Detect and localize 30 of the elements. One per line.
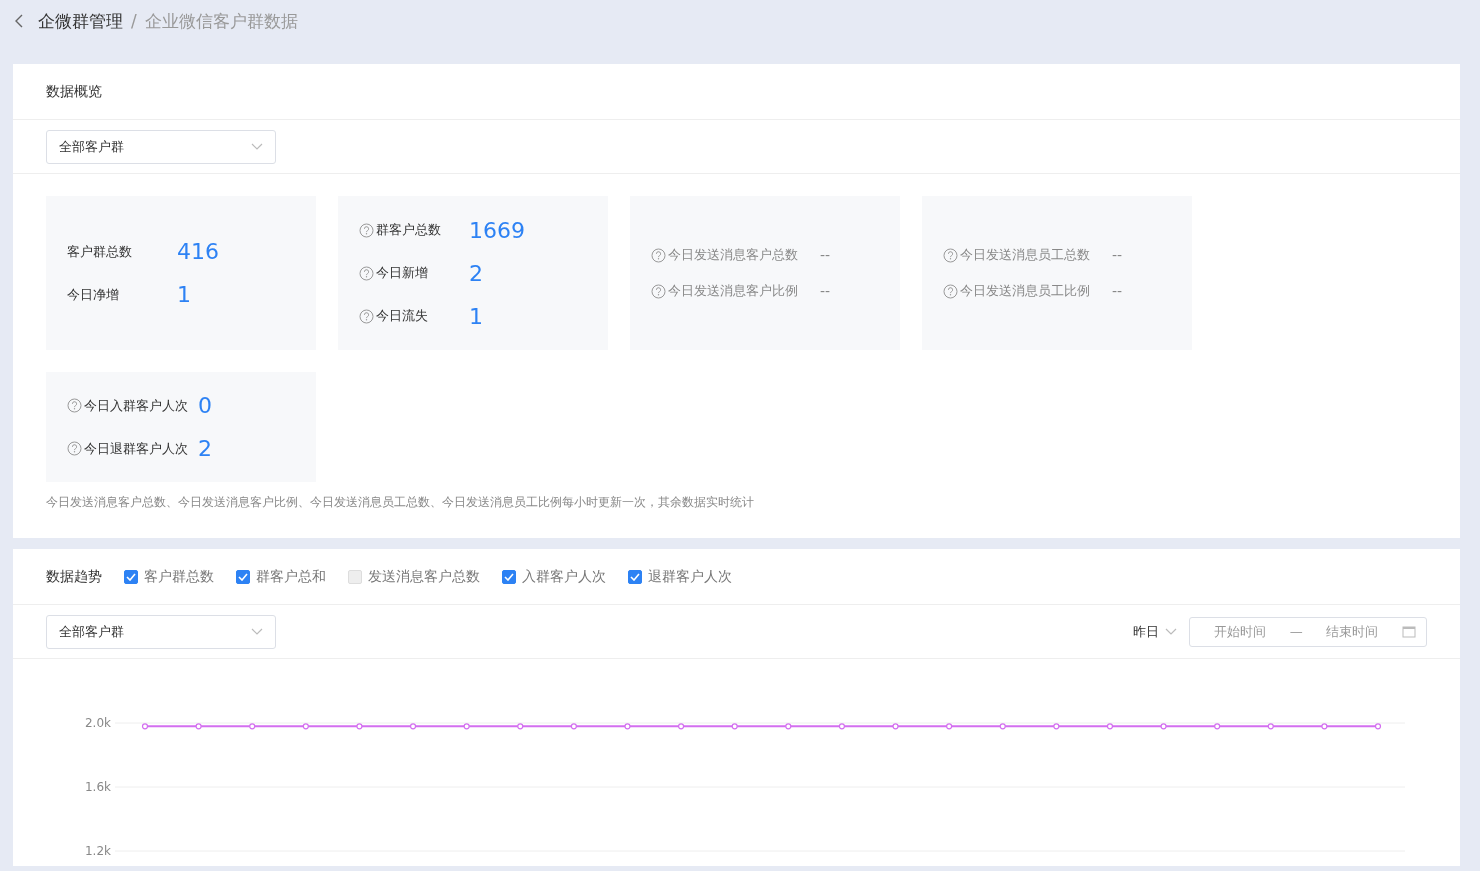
stat-value: 2 [469,260,483,286]
stat-label: 今日发送消息员工比例 [943,282,1090,300]
axis-label: 2.0k [84,716,111,730]
breadcrumb-separator: / [131,11,137,31]
stat-value: -- [1112,283,1123,299]
section-title: 数据趋势 [46,567,102,586]
stat-label: 今日流失 [359,307,459,325]
stat-value: 1669 [469,217,525,243]
stat-value: -- [820,283,831,299]
stat-value: 2 [198,436,212,461]
update-note: 今日发送消息客户总数、今日发送消息客户比例、今日发送消息员工总数、今日发送消息员工比例每小时更新一次，其余数据实时统计 [45,494,755,511]
stat-label: 客户群总数 [67,242,133,261]
stat-label: 今日入群客户人次 [67,396,188,415]
stat-label: 今日发送消息员工总数 [943,246,1090,264]
stat-label: 群客户总数 [359,221,459,239]
stat-value: -- [1112,247,1123,263]
section-title: 数据概览 [46,82,102,101]
stat-label: 今日发送消息客户总数 [651,246,798,264]
axis-label: 1.2k [84,844,111,858]
stat-value: 1 [469,303,483,329]
stat-value: -- [820,247,831,263]
axis-label: 1.6k [84,780,111,794]
stat-label: 今日新增 [359,264,459,282]
stat-label: 今日发送消息客户比例 [651,282,798,300]
stat-value: 1 [177,282,191,307]
stat-value: 0 [198,393,212,418]
stat-label: 今日退群客户人次 [67,439,188,458]
stat-label: 今日净增 [67,285,120,304]
breadcrumb-current: 企业微信客户群数据 [144,9,298,33]
stat-value: 416 [177,239,219,264]
